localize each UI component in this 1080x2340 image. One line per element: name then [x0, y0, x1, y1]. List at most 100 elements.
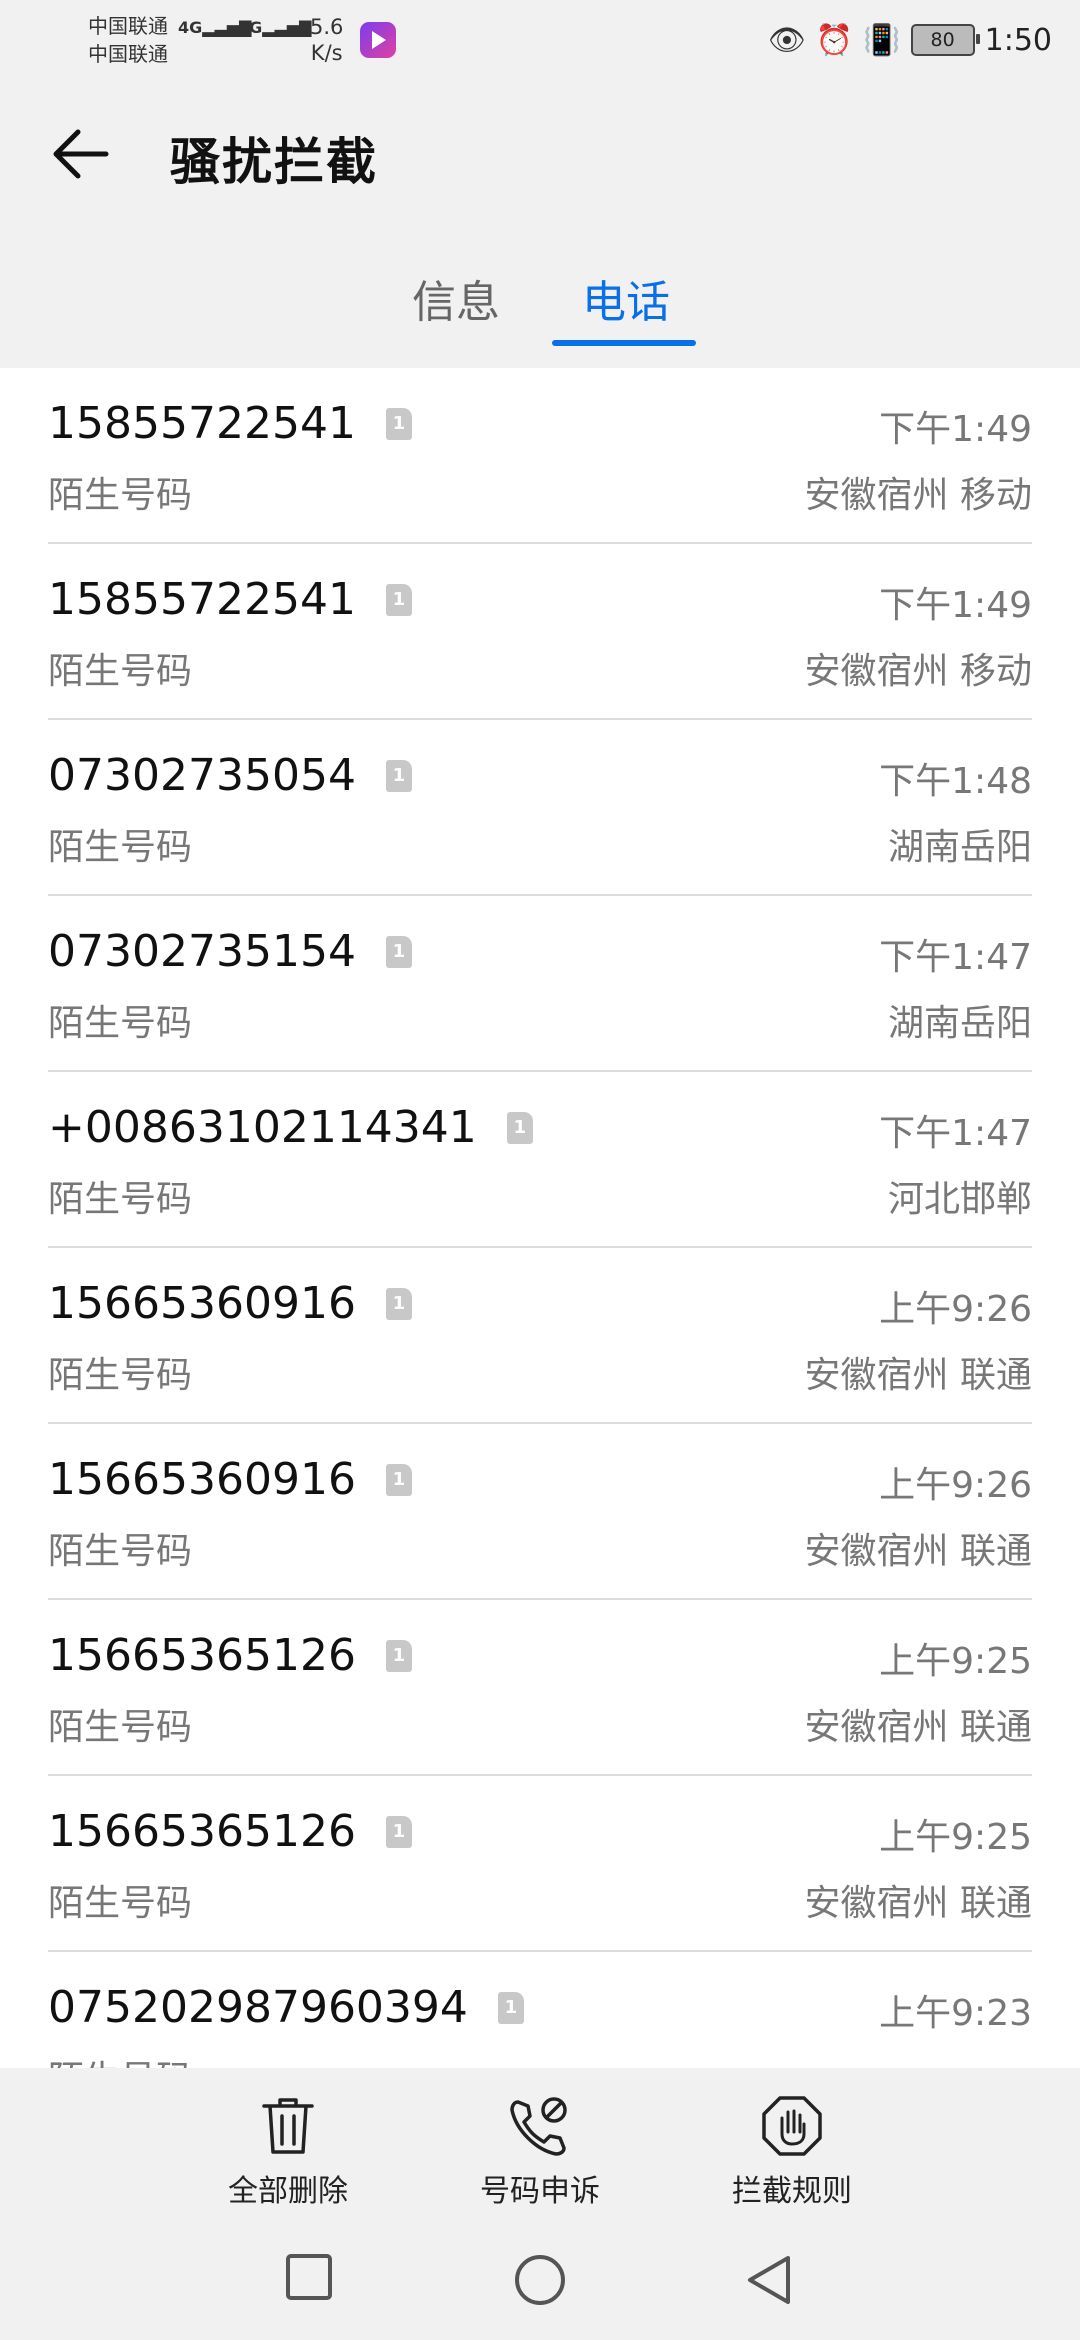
phone-number-text: 15855722541: [48, 398, 356, 449]
phone-number-text: 15665360916: [48, 1454, 356, 1505]
caller-label: 陌生号码: [48, 1531, 193, 1572]
call-log-row[interactable]: 07302735154 1 陌生号码 下午1:47 湖南岳阳: [48, 896, 1032, 1072]
phone-number: 15665365126 1: [48, 1806, 412, 1857]
app-header: 骚扰拦截: [0, 80, 1080, 230]
sim-card-icon: 1: [385, 407, 412, 440]
bottom-toolbar: 全部删除 号码申诉 拦截规则: [0, 2068, 1080, 2230]
number-appeal-button[interactable]: 号码申诉: [440, 2094, 640, 2210]
phone-number-text: 07302735154: [48, 926, 356, 977]
phone-number-text: 15665365126: [48, 1630, 356, 1681]
call-log-row[interactable]: 15665365126 1 陌生号码 上午9:25 安徽宿州 联通: [48, 1776, 1032, 1952]
phone-number: 15665360916 1: [48, 1454, 412, 1505]
active-tab-indicator: [552, 340, 696, 346]
caller-label: 陌生号码: [48, 1355, 193, 1396]
call-time: 上午9:23: [879, 1993, 1032, 2034]
call-log-row[interactable]: 075202987960394 1 陌生号码 上午9:23: [48, 1952, 1032, 2068]
sim-card-icon: 1: [385, 1287, 412, 1320]
caller-label: 陌生号码: [48, 1003, 193, 1044]
delete-all-button[interactable]: 全部删除: [188, 2094, 388, 2210]
phone-number: 07302735154 1: [48, 926, 412, 977]
call-log-row[interactable]: 15855722541 1 陌生号码 下午1:49 安徽宿州 移动: [48, 368, 1032, 544]
sim-card-icon: 1: [506, 1111, 533, 1144]
back-nav-button[interactable]: [744, 2252, 794, 2312]
call-time: 上午9:26: [879, 1289, 1032, 1330]
phone-number-text: 15665360916: [48, 1278, 356, 1329]
phone-number: 15855722541 1: [48, 398, 412, 449]
caller-location: 安徽宿州 联通: [804, 1883, 1032, 1924]
arrow-left-icon: [53, 129, 109, 179]
block-rules-button[interactable]: 拦截规则: [692, 2094, 892, 2210]
caller-location: 河北邯郸: [887, 1179, 1032, 1220]
clock: 1:50: [984, 22, 1052, 58]
caller-location: 安徽宿州 联通: [804, 1531, 1032, 1572]
video-app-icon: [360, 22, 396, 58]
network-speed: 5.6 K/s: [310, 15, 344, 65]
call-log-row[interactable]: 15855722541 1 陌生号码 下午1:49 安徽宿州 移动: [48, 544, 1032, 720]
caller-label: 陌生号码: [48, 1179, 193, 1220]
caller-label: 陌生号码: [48, 2050, 192, 2068]
phone-number-text: +00863102114341: [48, 1102, 477, 1153]
phone-number: 15665365126 1: [48, 1630, 412, 1681]
caller-label: 陌生号码: [48, 475, 193, 516]
phone-blocked-icon: [510, 2097, 567, 2156]
carrier-1: 中国联通: [88, 14, 168, 38]
sim-card-icon: 1: [385, 1815, 412, 1848]
vibrate-icon: 📳: [863, 22, 901, 58]
battery-icon: 80: [910, 24, 980, 56]
caller-location: 湖南岳阳: [887, 1003, 1032, 1044]
number-appeal-label: 号码申诉: [480, 2174, 600, 2209]
caller-label: 陌生号码: [48, 827, 193, 868]
tab-messages[interactable]: 信息: [412, 266, 500, 330]
call-time: 下午1:47: [879, 937, 1032, 978]
caller-location: 湖南岳阳: [887, 827, 1032, 868]
call-log-row[interactable]: +00863102114341 1 陌生号码 下午1:47 河北邯郸: [48, 1072, 1032, 1248]
home-button[interactable]: [512, 2252, 568, 2312]
call-log-row[interactable]: 15665360916 1 陌生号码 上午9:26 安徽宿州 联通: [48, 1248, 1032, 1424]
back-button[interactable]: [50, 122, 114, 186]
caller-location: 安徽宿州 移动: [804, 475, 1032, 516]
call-time: 上午9:25: [879, 1641, 1032, 1682]
sim-card-icon: 1: [385, 1639, 412, 1672]
triangle-back-icon: [748, 2256, 790, 2304]
sim-card-icon: 1: [385, 1463, 412, 1496]
delete-all-label: 全部删除: [228, 2174, 348, 2209]
hand-stop-icon: [762, 2096, 822, 2156]
phone-number-text: 07302735054: [48, 750, 356, 801]
call-time: 下午1:48: [879, 761, 1032, 802]
caller-location: 安徽宿州 联通: [804, 1707, 1032, 1748]
tab-calls[interactable]: 电话: [582, 266, 670, 330]
sim-card-icon: 1: [385, 583, 412, 616]
status-bar: 中国联通 中国联通 4G▂▃▅▇ 4G▂▃▅▇ 5.6 K/s 👁 ⏰ 📳 80…: [0, 0, 1080, 80]
system-nav-bar: [0, 2230, 1080, 2340]
call-time: 下午1:49: [879, 409, 1032, 450]
call-log-row[interactable]: 15665360916 1 陌生号码 上午9:26 安徽宿州 联通: [48, 1424, 1032, 1600]
phone-number: 15855722541 1: [48, 574, 412, 625]
status-right: 👁 ⏰ 📳 80 1:50: [768, 14, 1052, 66]
call-log-row[interactable]: 15665365126 1 陌生号码 上午9:25 安徽宿州 联通: [48, 1600, 1032, 1776]
recents-button[interactable]: [284, 2252, 334, 2306]
call-log-row[interactable]: 07302735054 1 陌生号码 下午1:48 湖南岳阳: [48, 720, 1032, 896]
caller-label: 陌生号码: [48, 651, 193, 692]
phone-number: 15665360916 1: [48, 1278, 412, 1329]
caller-location: 安徽宿州 联通: [804, 1355, 1032, 1396]
caller-location: 安徽宿州 移动: [804, 651, 1032, 692]
square-icon: [286, 2254, 332, 2300]
carrier-info: 中国联通 中国联通: [88, 12, 168, 68]
phone-number: 07302735054 1: [48, 750, 412, 801]
phone-number: 075202987960394 1: [48, 1982, 524, 2033]
carrier-2: 中国联通: [88, 42, 168, 66]
trash-icon: [262, 2098, 314, 2154]
phone-number: +00863102114341 1: [48, 1102, 533, 1153]
call-time: 上午9:25: [879, 1817, 1032, 1858]
call-time: 下午1:49: [879, 585, 1032, 626]
page-title: 骚扰拦截: [170, 133, 378, 191]
phone-number-text: 15855722541: [48, 574, 356, 625]
signal-2-icon: 4G▂▃▅▇: [238, 18, 312, 37]
tab-bar: 信息 电话: [0, 250, 1080, 368]
sim-card-icon: 1: [385, 935, 412, 968]
caller-label: 陌生号码: [48, 1883, 193, 1924]
phone-number-text: 15665365126: [48, 1806, 356, 1857]
block-rules-label: 拦截规则: [732, 2174, 852, 2209]
call-time: 下午1:47: [879, 1113, 1032, 1154]
eye-comfort-icon: 👁: [767, 22, 806, 58]
